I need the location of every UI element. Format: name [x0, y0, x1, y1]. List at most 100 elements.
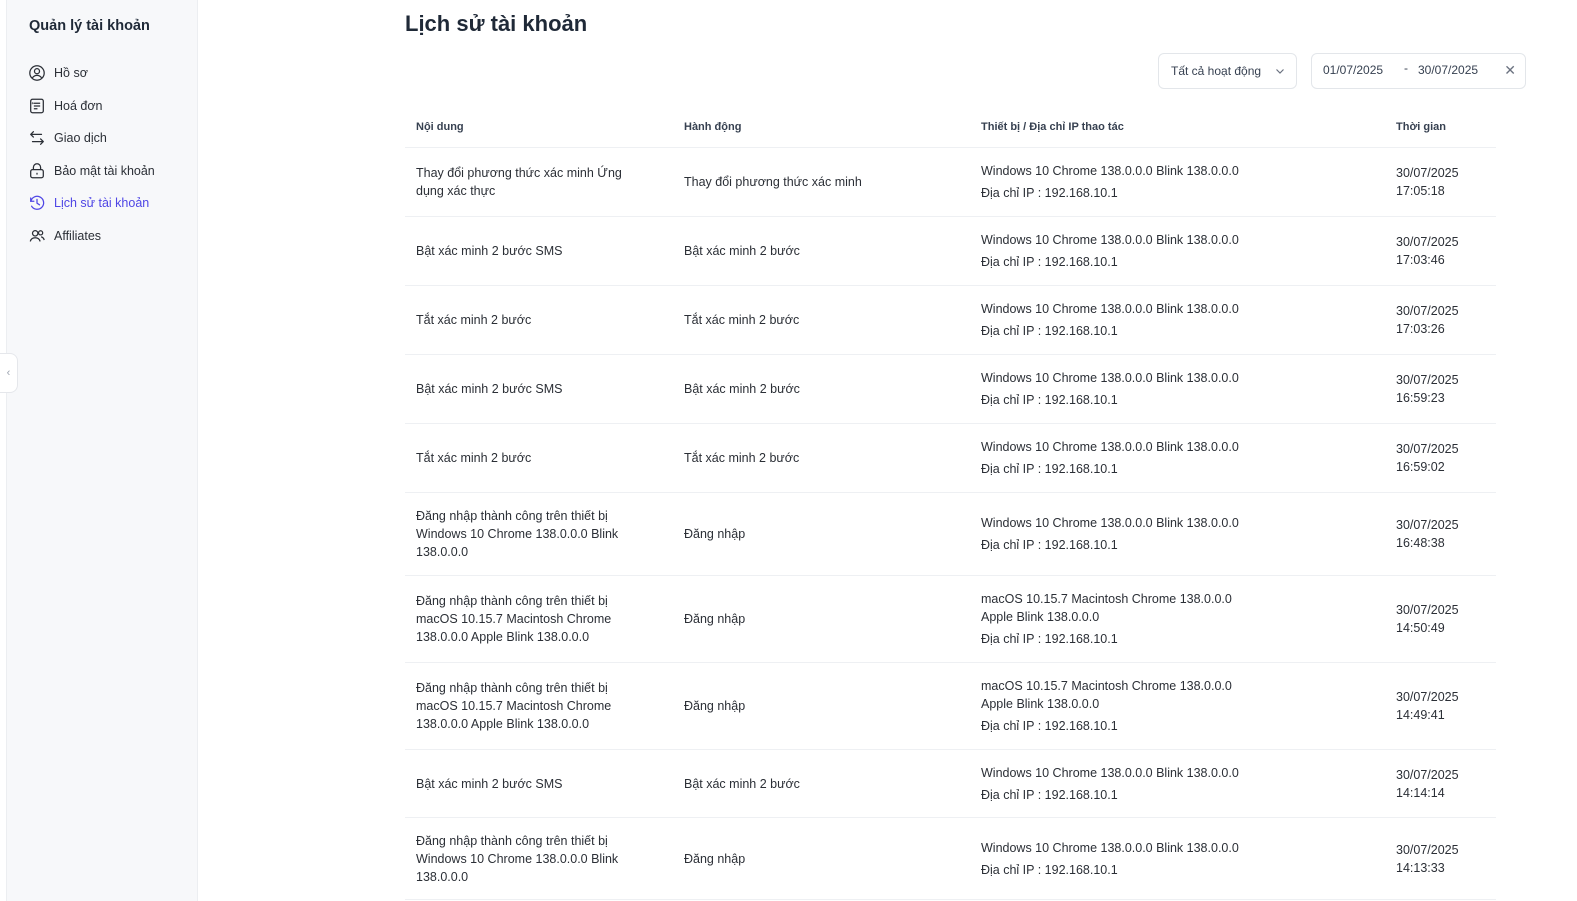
row-action: Đăng nhập [684, 851, 746, 866]
row-clock: 17:05:18 [1396, 184, 1445, 198]
sidebar-item-invoices[interactable]: Hoá đơn [27, 90, 192, 123]
sidebar-nav: Hồ sơ Hoá đơn Giao dịch Bảo mật tài khoả… [27, 57, 192, 252]
row-time: 30/07/2025 14:49:41 [1396, 688, 1459, 724]
table-row: Đăng nhập thành công trên thiết bị Windo… [405, 493, 1496, 576]
date-to[interactable]: 30/07/2025 [1418, 63, 1478, 77]
row-time: 30/07/2025 17:03:26 [1396, 302, 1459, 338]
ip-address: Địa chỉ IP : 192.168.10.1 [981, 787, 1118, 802]
table-row: Bật xác minh 2 bước SMS Bật xác minh 2 bư… [405, 217, 1496, 286]
row-clock: 16:59:02 [1396, 460, 1445, 474]
clear-icon[interactable]: ✕ [1504, 62, 1516, 79]
date-range-picker[interactable]: 01/07/2025 - 30/07/2025 ✕ [1311, 53, 1526, 89]
row-action: Bật xác minh 2 bước [684, 244, 800, 258]
ip-address: Địa chỉ IP : 192.168.10.1 [981, 538, 1118, 552]
device-info: Windows 10 Chrome 138.0.0.0 Blink 138.0.… [981, 302, 1239, 316]
sidebar-item-transactions[interactable]: Giao dịch [27, 122, 192, 155]
row-date: 30/07/2025 [1396, 442, 1459, 456]
row-clock: 17:03:46 [1396, 253, 1445, 267]
row-time: 30/07/2025 14:14:14 [1396, 766, 1459, 802]
row-device: Windows 10 Chrome 138.0.0.0 Blink 138.0.… [981, 764, 1261, 804]
row-content: Đăng nhập thành công trên thiết bị macOS… [416, 681, 612, 731]
history-clock-icon [27, 193, 47, 213]
sidebar-item-security[interactable]: Bảo mật tài khoản [27, 155, 192, 188]
row-device: Windows 10 Chrome 138.0.0.0 Blink 138.0.… [981, 162, 1261, 202]
row-date: 30/07/2025 [1396, 235, 1459, 249]
table-row: Tắt xác minh 2 bước Tắt xác minh 2 bước Wi… [405, 286, 1496, 355]
row-time: 30/07/2025 14:13:33 [1396, 841, 1459, 877]
sidebar-item-label: Lịch sử tài khoản [54, 196, 150, 211]
row-action: Tắt xác minh 2 bước [684, 451, 800, 465]
device-info: Windows 10 Chrome 138.0.0.0 Blink 138.0.… [981, 440, 1239, 454]
table-row: Thay đổi phương thức xác minh Ứng dụng x… [405, 148, 1496, 217]
table-row: Bật xác minh 2 bước SMS Bật xác minh 2 bư… [405, 355, 1496, 424]
sidebar-item-label: Giao dịch [54, 131, 107, 146]
row-date: 30/07/2025 [1396, 518, 1459, 532]
sidebar-item-affiliates[interactable]: Affiliates [27, 220, 192, 253]
header-device: Thiết bị / Địa chỉ IP thao tác [981, 121, 1124, 133]
row-time: 30/07/2025 16:59:02 [1396, 440, 1459, 476]
row-content: Đăng nhập thành công trên thiết bị Windo… [416, 833, 619, 884]
row-time: 30/07/2025 16:59:23 [1396, 371, 1459, 407]
table-row: Đăng nhập thành công trên thiết bị macOS… [405, 663, 1496, 750]
ip-address: Địa chỉ IP : 192.168.10.1 [981, 462, 1118, 476]
row-device: Windows 10 Chrome 138.0.0.0 Blink 138.0.… [981, 300, 1261, 340]
receipt-icon [27, 96, 47, 116]
row-date: 30/07/2025 [1396, 842, 1459, 857]
row-content: Bật xác minh 2 bước SMS [416, 776, 563, 791]
row-content: Thay đổi phương thức xác minh Ứng dụng x… [416, 166, 622, 198]
row-device: Windows 10 Chrome 138.0.0.0 Blink 138.0.… [981, 369, 1261, 409]
date-from[interactable]: 01/07/2025 [1323, 63, 1383, 77]
row-action: Bật xác minh 2 bước [684, 382, 800, 396]
sidebar-item-label: Affiliates [54, 228, 102, 243]
ip-address: Địa chỉ IP : 192.168.10.1 [981, 393, 1118, 407]
device-info: macOS 10.15.7 Macintosh Chrome 138.0.0.0… [981, 592, 1232, 624]
sidebar-collapse-handle[interactable]: ‹ [0, 353, 18, 393]
row-device: Windows 10 Chrome 138.0.0.0 Blink 138.0.… [981, 438, 1261, 478]
activity-filter-select[interactable]: Tất cả hoạt động [1158, 53, 1297, 89]
row-clock: 16:48:38 [1396, 536, 1445, 550]
row-time: 30/07/2025 17:05:18 [1396, 164, 1459, 200]
row-device: macOS 10.15.7 Macintosh Chrome 138.0.0.0… [981, 590, 1261, 648]
history-table: Nội dung Hành động Thiết bị / Địa chỉ IP… [405, 108, 1496, 900]
transfer-arrows-icon [27, 128, 47, 148]
table-body: Thay đổi phương thức xác minh Ứng dụng x… [405, 148, 1496, 900]
row-device: Windows 10 Chrome 138.0.0.0 Blink 138.0.… [981, 514, 1261, 554]
row-date: 30/07/2025 [1396, 304, 1459, 318]
row-date: 30/07/2025 [1396, 603, 1459, 617]
sidebar-item-profile[interactable]: Hồ sơ [27, 57, 192, 90]
lock-icon [27, 161, 47, 181]
row-date: 30/07/2025 [1396, 166, 1459, 180]
row-time: 30/07/2025 14:50:49 [1396, 601, 1459, 637]
sidebar-item-label: Hoá đơn [54, 98, 103, 113]
row-content: Tắt xác minh 2 bước [416, 313, 532, 327]
table-row: Đăng nhập thành công trên thiết bị macOS… [405, 576, 1496, 663]
sidebar: Quản lý tài khoản Hồ sơ Hoá đơn Giao dịc… [6, 0, 198, 901]
device-info: Windows 10 Chrome 138.0.0.0 Blink 138.0.… [981, 516, 1239, 530]
row-action: Thay đổi phương thức xác minh [684, 175, 862, 189]
row-date: 30/07/2025 [1396, 767, 1459, 782]
row-content: Đăng nhập thành công trên thiết bị macOS… [416, 594, 612, 644]
sidebar-item-label: Hồ sơ [54, 66, 88, 81]
row-device: macOS 10.15.7 Macintosh Chrome 138.0.0.0… [981, 677, 1261, 735]
table-row: Bật xác minh 2 bước SMS Bật xác minh 2 bư… [405, 750, 1496, 818]
row-time: 30/07/2025 16:48:38 [1396, 516, 1459, 552]
table-row: Tắt xác minh 2 bước Tắt xác minh 2 bước Wi… [405, 424, 1496, 493]
row-clock: 17:03:26 [1396, 322, 1445, 336]
row-content: Đăng nhập thành công trên thiết bị Windo… [416, 509, 619, 559]
user-circle-icon [27, 63, 47, 83]
row-content: Bật xác minh 2 bước SMS [416, 382, 563, 396]
row-action: Đăng nhập [684, 612, 746, 626]
chevron-down-icon [1276, 69, 1284, 74]
sidebar-title: Quản lý tài khoản [29, 18, 150, 34]
row-device: Windows 10 Chrome 138.0.0.0 Blink 138.0.… [981, 839, 1261, 879]
sidebar-item-history[interactable]: Lịch sử tài khoản [27, 187, 192, 220]
row-clock: 14:50:49 [1396, 621, 1445, 635]
device-info: Windows 10 Chrome 138.0.0.0 Blink 138.0.… [981, 840, 1239, 855]
table-row: Đăng nhập thành công trên thiết bị Windo… [405, 818, 1496, 900]
row-device: Windows 10 Chrome 138.0.0.0 Blink 138.0.… [981, 231, 1261, 271]
row-action: Bật xác minh 2 bước [684, 776, 800, 791]
ip-address: Địa chỉ IP : 192.168.10.1 [981, 719, 1118, 733]
date-separator: - [1404, 61, 1408, 75]
row-clock: 14:14:14 [1396, 785, 1445, 800]
device-info: macOS 10.15.7 Macintosh Chrome 138.0.0.0… [981, 679, 1232, 711]
